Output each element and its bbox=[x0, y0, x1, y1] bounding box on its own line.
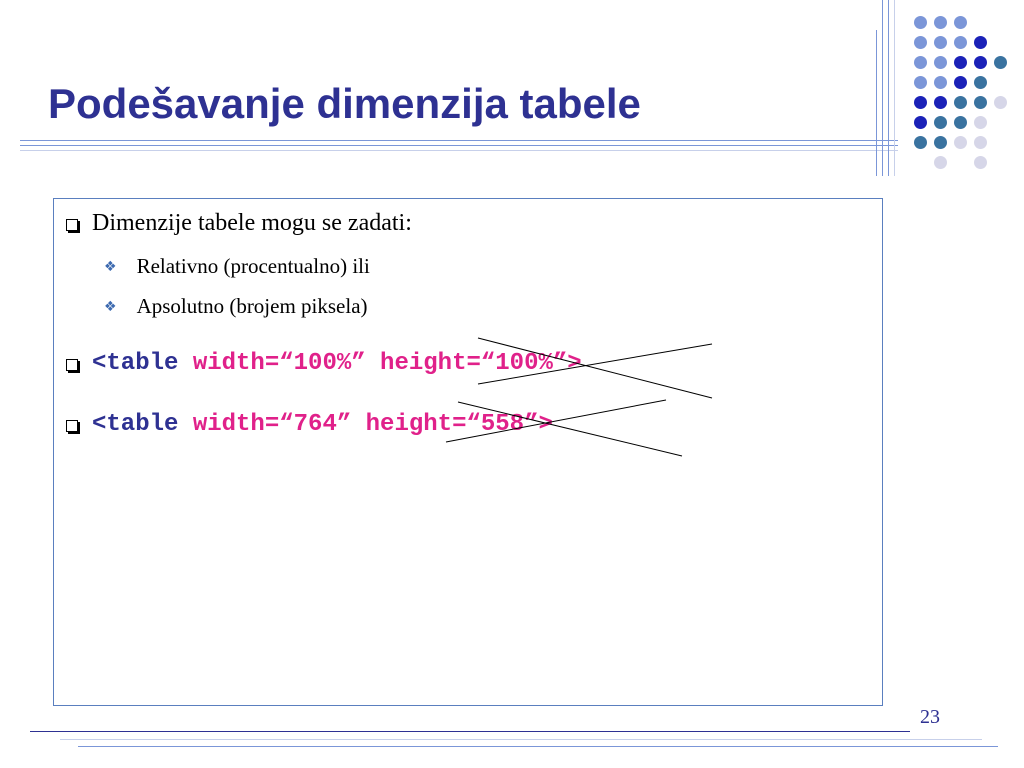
code-tag: <table bbox=[92, 411, 179, 438]
sub-bullet-relative: ❖ Relativno (procentualno) ili bbox=[104, 254, 370, 279]
code-attributes: width=“100%” height=“100%”> bbox=[178, 350, 582, 377]
footer-rule-bottom bbox=[78, 746, 998, 747]
decor-dot bbox=[934, 96, 947, 109]
decor-dot bbox=[974, 116, 987, 129]
decor-dot bbox=[974, 156, 987, 169]
decor-dot bbox=[954, 136, 967, 149]
square-bullet-icon bbox=[66, 358, 78, 371]
bullet-intro-text: Dimenzije tabele mogu se zadati: bbox=[92, 210, 412, 236]
decor-dot bbox=[954, 76, 967, 89]
decor-dot bbox=[974, 136, 987, 149]
decor-dot bbox=[934, 16, 947, 29]
code-line-percent: <table width=“100%” height=“100%”> bbox=[92, 350, 582, 377]
decor-dot bbox=[994, 96, 1007, 109]
decor-vline-4 bbox=[894, 0, 895, 176]
decor-dot bbox=[914, 56, 927, 69]
decorative-dot-grid bbox=[908, 14, 1018, 169]
footer-rule-mid bbox=[60, 739, 982, 740]
bullet-code-percent: <table width=“100%” height=“100%”> bbox=[66, 350, 582, 377]
page-number: 23 bbox=[920, 706, 940, 728]
slide-title: Podešavanje dimenzija tabele bbox=[48, 80, 641, 127]
diamond-bullet-icon: ❖ bbox=[104, 258, 117, 275]
decor-dot bbox=[914, 116, 927, 129]
decor-dot bbox=[934, 36, 947, 49]
decor-dot bbox=[914, 96, 927, 109]
decor-dot bbox=[994, 56, 1007, 69]
decor-dot bbox=[954, 56, 967, 69]
decor-dot bbox=[914, 36, 927, 49]
sub-bullet-text: Relativno (procentualno) ili bbox=[136, 254, 370, 278]
decor-dot bbox=[934, 116, 947, 129]
diamond-bullet-icon: ❖ bbox=[104, 298, 117, 315]
decor-dot bbox=[954, 36, 967, 49]
title-rule-bottom bbox=[20, 150, 898, 151]
square-bullet-icon bbox=[66, 419, 78, 432]
sub-bullet-text: Apsolutno (brojem piksela) bbox=[136, 294, 368, 318]
sub-bullet-absolute: ❖ Apsolutno (brojem piksela) bbox=[104, 294, 368, 319]
decor-vline-1 bbox=[876, 30, 877, 176]
decor-dot bbox=[934, 76, 947, 89]
decor-dot bbox=[914, 76, 927, 89]
decor-vline-3 bbox=[888, 0, 889, 176]
decor-dot bbox=[934, 156, 947, 169]
decor-dot bbox=[934, 136, 947, 149]
decor-dot bbox=[954, 116, 967, 129]
decor-dot bbox=[934, 56, 947, 69]
code-tag: <table bbox=[92, 350, 179, 377]
decor-dot bbox=[974, 56, 987, 69]
decor-dot bbox=[954, 96, 967, 109]
decor-dot bbox=[974, 36, 987, 49]
square-bullet-icon bbox=[66, 218, 78, 231]
code-line-pixels: <table width=“764” height=“558”> bbox=[92, 411, 553, 438]
decor-vline-2 bbox=[882, 0, 883, 176]
bullet-code-pixels: <table width=“764” height=“558”> bbox=[66, 411, 553, 438]
decor-dot bbox=[914, 16, 927, 29]
decor-dot bbox=[974, 76, 987, 89]
title-rule-top bbox=[20, 140, 898, 141]
decor-dot bbox=[914, 136, 927, 149]
decor-dot bbox=[954, 16, 967, 29]
footer-rule-top bbox=[30, 731, 910, 732]
decor-dot bbox=[974, 96, 987, 109]
title-rule-mid bbox=[20, 145, 898, 146]
code-attributes: width=“764” height=“558”> bbox=[178, 411, 553, 438]
bullet-intro: Dimenzije tabele mogu se zadati: bbox=[66, 210, 412, 237]
